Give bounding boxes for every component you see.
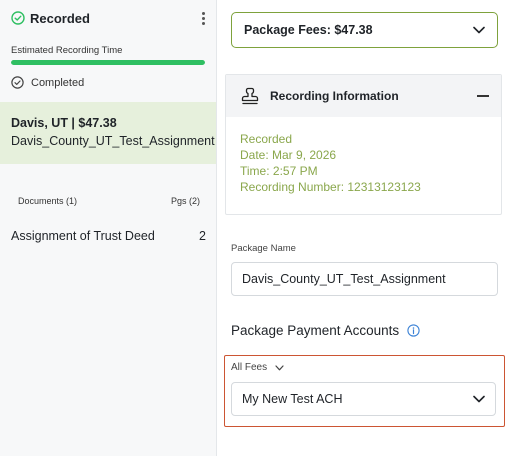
more-options-icon[interactable] [195, 9, 211, 27]
recording-information-title: Recording Information [270, 89, 399, 103]
document-name: Assignment of Trust Deed [11, 229, 155, 243]
payment-account-dropdown[interactable]: My New Test ACH [231, 382, 496, 416]
documents-header: Documents (1) Pgs (2) [18, 196, 200, 206]
status-title: Recorded [30, 10, 90, 26]
payment-account-selector: All Fees My New Test ACH [224, 355, 505, 427]
payment-accounts-title: Package Payment Accounts [231, 323, 400, 338]
chevron-down-icon [473, 395, 485, 403]
document-row[interactable]: Assignment of Trust Deed 2 [11, 229, 206, 243]
package-sidebar: Recorded Estimated Recording Time Comple… [0, 0, 216, 456]
recording-information-header[interactable]: Recording Information [226, 75, 501, 117]
recording-progress-bar [11, 60, 205, 65]
fee-filter-dropdown[interactable]: All Fees [231, 362, 284, 373]
check-circle-outline-icon [11, 76, 24, 89]
check-circle-icon [11, 11, 25, 25]
progress-fill [11, 60, 205, 65]
fee-filter-label: All Fees [231, 362, 268, 373]
stamp-icon [241, 87, 259, 105]
estimated-time-label: Estimated Recording Time [11, 45, 123, 56]
chevron-down-icon [473, 26, 485, 34]
package-card[interactable]: Davis, UT | $47.38 Davis_County_UT_Test_… [0, 102, 216, 164]
completed-status: Completed [11, 76, 84, 89]
package-name: Davis_County_UT_Test_Assignment [11, 134, 215, 148]
package-details-panel: Package Fees: $47.38 Recording Informati… [216, 0, 524, 456]
recording-status: Recorded [240, 132, 293, 146]
pages-count-label: Pgs (2) [170, 196, 200, 206]
recording-information-body: Recorded Date: Mar 9, 2026 Time: 2:57 PM… [226, 117, 501, 195]
completed-label: Completed [31, 76, 85, 89]
document-pages: 2 [199, 229, 206, 243]
recording-date: Date: Mar 9, 2026 [240, 148, 337, 162]
collapse-icon[interactable] [477, 95, 489, 97]
package-name-field[interactable]: Davis_County_UT_Test_Assignment [231, 262, 498, 296]
info-icon[interactable] [407, 324, 420, 337]
package-fees-dropdown[interactable]: Package Fees: $47.38 [231, 12, 498, 48]
payment-account-value: My New Test ACH [242, 392, 343, 406]
recording-number: Recording Number: 12313123123 [240, 180, 421, 194]
recording-information-section: Recording Information Recorded Date: Mar… [225, 74, 502, 215]
package-fees-label: Package Fees: $47.38 [244, 23, 373, 37]
documents-count-label: Documents (1) [18, 196, 78, 206]
package-name-label: Package Name [231, 243, 296, 254]
status-header: Recorded [11, 9, 211, 27]
chevron-down-icon [275, 364, 284, 370]
payment-accounts-heading: Package Payment Accounts [231, 323, 420, 338]
recording-time: Time: 2:57 PM [240, 164, 318, 178]
package-location-fee: Davis, UT | $47.38 [11, 116, 117, 130]
